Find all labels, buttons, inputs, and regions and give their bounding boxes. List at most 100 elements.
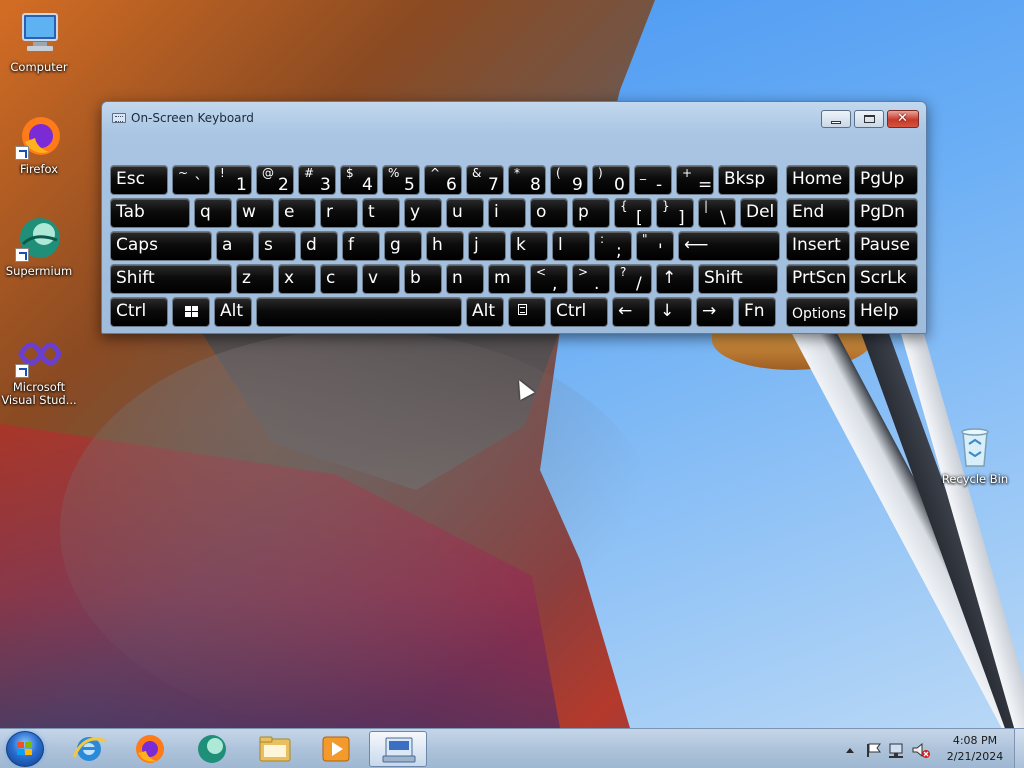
key-j[interactable]: j bbox=[468, 231, 506, 261]
key-help[interactable]: Help bbox=[854, 297, 918, 327]
key-y[interactable]: y bbox=[404, 198, 442, 228]
key-prtscn[interactable]: PrtScn bbox=[786, 264, 850, 294]
key-options[interactable]: Options bbox=[786, 297, 850, 327]
taskbar-internet-explorer[interactable] bbox=[60, 731, 118, 767]
taskbar-file-explorer[interactable] bbox=[246, 731, 304, 767]
key-b[interactable]: b bbox=[404, 264, 442, 294]
key-scrlk[interactable]: ScrLk bbox=[854, 264, 918, 294]
key-c[interactable]: c bbox=[320, 264, 358, 294]
key-45[interactable]: _ - bbox=[634, 165, 672, 195]
key-96[interactable]: ~ ` bbox=[172, 165, 210, 195]
key-shift[interactable]: Shift bbox=[110, 264, 232, 294]
key-pause[interactable]: Pause bbox=[854, 231, 918, 261]
key-56[interactable]: * 8 bbox=[508, 165, 546, 195]
key-k[interactable]: k bbox=[510, 231, 548, 261]
key-space[interactable] bbox=[256, 297, 462, 327]
close-button[interactable]: ✕ bbox=[887, 110, 919, 128]
key-home[interactable]: Home bbox=[786, 165, 850, 195]
key-o[interactable]: o bbox=[530, 198, 568, 228]
key-a[interactable]: a bbox=[216, 231, 254, 261]
key-q[interactable]: q bbox=[194, 198, 232, 228]
key-59[interactable]: :; bbox=[594, 231, 632, 261]
show-hidden-icons-icon[interactable] bbox=[846, 748, 854, 753]
taskbar-media-player[interactable] bbox=[307, 731, 365, 767]
action-center-flag-icon[interactable] bbox=[867, 743, 881, 757]
key-49[interactable]: ! 1 bbox=[214, 165, 252, 195]
key-fn[interactable]: Fn bbox=[738, 297, 776, 327]
key-n[interactable]: n bbox=[446, 264, 484, 294]
network-icon[interactable] bbox=[889, 743, 903, 758]
volume-muted-icon[interactable] bbox=[912, 742, 930, 758]
desktop-icon-recycle-bin[interactable]: Recycle Bin bbox=[937, 422, 1013, 486]
key-l[interactable]: l bbox=[552, 231, 590, 261]
window-titlebar[interactable]: On-Screen Keyboard ✕ bbox=[102, 102, 926, 134]
key-v[interactable]: v bbox=[362, 264, 400, 294]
key-x[interactable]: x bbox=[278, 264, 316, 294]
key-f[interactable]: f bbox=[342, 231, 380, 261]
key-50[interactable]: @2 bbox=[256, 165, 294, 195]
key-93[interactable]: }] bbox=[656, 198, 694, 228]
key-d[interactable]: d bbox=[300, 231, 338, 261]
desktop-icon-computer[interactable]: Computer bbox=[1, 10, 77, 74]
key-p[interactable]: p bbox=[572, 198, 610, 228]
key-shift[interactable]: Shift bbox=[698, 264, 778, 294]
key-esc[interactable]: Esc bbox=[110, 165, 168, 195]
key-z[interactable]: z bbox=[236, 264, 274, 294]
key-57[interactable]: (9 bbox=[550, 165, 588, 195]
desktop-icon-firefox[interactable]: Firefox bbox=[1, 112, 77, 176]
key-pgdn[interactable]: PgDn bbox=[854, 198, 918, 228]
key-symbol[interactable]: ↓ bbox=[654, 297, 692, 327]
key-51[interactable]: #3 bbox=[298, 165, 336, 195]
key-caps[interactable]: Caps bbox=[110, 231, 212, 261]
on-screen-keyboard-window[interactable]: On-Screen Keyboard ✕ Esc ~ `! 1 @2 #3 $4% 5 ^ 6 & 7… bbox=[101, 101, 927, 334]
key-61[interactable]: + = bbox=[676, 165, 714, 195]
key-48[interactable]: ) 0 bbox=[592, 165, 630, 195]
taskbar-supermium[interactable] bbox=[183, 731, 241, 767]
key-47[interactable]: ? / bbox=[614, 264, 652, 294]
key-insert[interactable]: Insert bbox=[786, 231, 850, 261]
start-button[interactable] bbox=[6, 731, 44, 767]
taskbar-on-screen-keyboard[interactable] bbox=[369, 731, 427, 767]
key-54[interactable]: ^ 6 bbox=[424, 165, 462, 195]
key-46[interactable]: >. bbox=[572, 264, 610, 294]
key-53[interactable]: % 5 bbox=[382, 165, 420, 195]
key-r[interactable]: r bbox=[320, 198, 358, 228]
key-symbol[interactable]: ← bbox=[612, 297, 650, 327]
key-application-menu[interactable] bbox=[508, 297, 546, 327]
key-ctrl[interactable]: Ctrl bbox=[550, 297, 608, 327]
key-g[interactable]: g bbox=[384, 231, 422, 261]
key-91[interactable]: {[ bbox=[614, 198, 652, 228]
key-e[interactable]: e bbox=[278, 198, 316, 228]
key-w[interactable]: w bbox=[236, 198, 274, 228]
minimize-button[interactable] bbox=[821, 110, 851, 128]
key-55[interactable]: & 7 bbox=[466, 165, 504, 195]
key-symbol[interactable]: ↑ bbox=[656, 264, 694, 294]
desktop-icon-visual-studio[interactable]: Microsoft Visual Stud... bbox=[1, 330, 77, 407]
key-h[interactable]: h bbox=[426, 231, 464, 261]
key-del[interactable]: Del bbox=[740, 198, 778, 228]
clock[interactable]: 4:08 PM 2/21/2024 bbox=[935, 733, 1015, 765]
key-windows[interactable] bbox=[172, 297, 210, 327]
maximize-button[interactable] bbox=[854, 110, 884, 128]
key-alt[interactable]: Alt bbox=[466, 297, 504, 327]
key-u[interactable]: u bbox=[446, 198, 484, 228]
desktop-icon-supermium[interactable]: Supermium bbox=[1, 214, 77, 278]
key-t[interactable]: t bbox=[362, 198, 400, 228]
key-s[interactable]: s bbox=[258, 231, 296, 261]
show-desktop-button[interactable] bbox=[1014, 729, 1024, 768]
key-m[interactable]: m bbox=[488, 264, 526, 294]
key-44[interactable]: <, bbox=[530, 264, 568, 294]
key-symbol[interactable]: ⟵ bbox=[678, 231, 780, 261]
taskbar-firefox[interactable] bbox=[121, 731, 179, 767]
key-39[interactable]: " ' bbox=[636, 231, 674, 261]
key-tab[interactable]: Tab bbox=[110, 198, 190, 228]
key-pgup[interactable]: PgUp bbox=[854, 165, 918, 195]
key-i[interactable]: i bbox=[488, 198, 526, 228]
key-52[interactable]: $4 bbox=[340, 165, 378, 195]
key-backslash[interactable]: | \ bbox=[698, 198, 736, 228]
key-symbol[interactable]: → bbox=[696, 297, 734, 327]
key-end[interactable]: End bbox=[786, 198, 850, 228]
key-ctrl[interactable]: Ctrl bbox=[110, 297, 168, 327]
key-bksp[interactable]: Bksp bbox=[718, 165, 778, 195]
key-alt[interactable]: Alt bbox=[214, 297, 252, 327]
